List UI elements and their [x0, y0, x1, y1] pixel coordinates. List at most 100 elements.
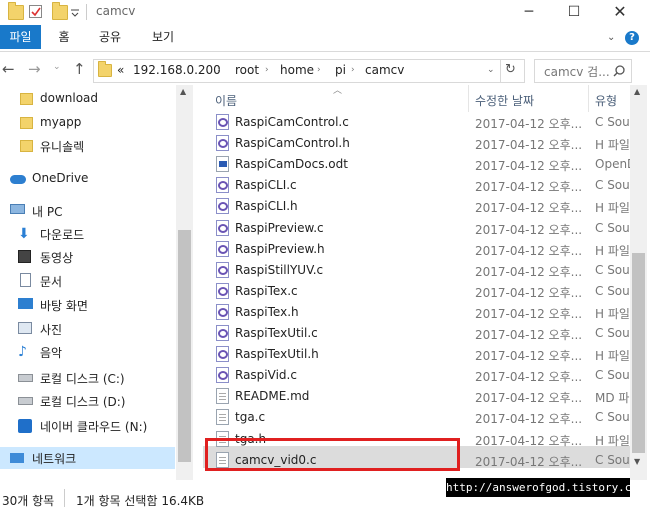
file-row[interactable]: RaspiStillYUV.c 2017-04-12 오후... C Sou — [203, 260, 633, 281]
file-type: C Sou — [595, 410, 630, 425]
breadcrumb-pi[interactable]: pi — [335, 63, 346, 77]
source-file-icon — [216, 135, 229, 152]
source-file-icon — [216, 346, 229, 363]
file-row[interactable]: README.md 2017-04-12 오후... MD 파 — [203, 386, 633, 407]
recent-locations-icon[interactable]: ⌄ — [53, 62, 61, 72]
file-row[interactable]: RaspiPreview.c 2017-04-12 오후... C Sou — [203, 218, 633, 239]
file-type: MD 파 — [595, 391, 630, 406]
breadcrumb-home[interactable]: home — [280, 63, 314, 77]
file-date: 2017-04-12 오후... — [475, 433, 583, 448]
search-icon[interactable] — [613, 65, 625, 77]
expand-ribbon-icon[interactable]: ⌄ — [607, 32, 615, 43]
nav-item-12[interactable]: 로컬 디스크 (C:) — [0, 367, 175, 389]
nav-item-13[interactable]: 로컬 디스크 (D:) — [0, 390, 175, 412]
search-input[interactable]: camcv 검... — [544, 63, 610, 80]
odt-file-icon — [216, 156, 229, 173]
file-row[interactable]: RaspiCLI.c 2017-04-12 오후... C Sou — [203, 175, 633, 196]
forward-arrow-icon[interactable]: → — [28, 60, 41, 78]
scroll-up-icon[interactable]: ▲ — [634, 87, 640, 96]
file-row[interactable]: RaspiCamDocs.odt 2017-04-12 오후... OpenD — [203, 154, 636, 175]
maximize-button[interactable]: ☐ — [552, 0, 596, 25]
nav-item-11[interactable]: ♪ 음악 — [0, 341, 175, 363]
file-name: RaspiCLI.c — [235, 178, 297, 193]
file-row[interactable]: RaspiTex.c 2017-04-12 오후... C Sou — [203, 281, 633, 302]
nav-item-label: 로컬 디스크 (D:) — [40, 395, 126, 409]
file-name: RaspiCamControl.h — [235, 136, 350, 151]
file-row[interactable]: RaspiPreview.h 2017-04-12 오후... H 파일 — [203, 239, 633, 260]
nav-item-9[interactable]: 바탕 화면 — [0, 294, 175, 316]
tab-view[interactable]: 보기 — [147, 25, 179, 49]
file-type: C Sou — [595, 178, 630, 193]
file-date: 2017-04-12 오후... — [475, 201, 583, 216]
nav-item-7[interactable]: 동영상 — [0, 246, 175, 268]
up-arrow-icon[interactable]: ↑ — [73, 60, 86, 78]
nav-item-label: 바탕 화면 — [40, 299, 88, 313]
nav-scrollbar[interactable]: ▲ — [176, 85, 193, 480]
list-scroll-thumb[interactable] — [632, 253, 645, 453]
file-row[interactable]: RaspiCamControl.c 2017-04-12 오후... C Sou — [203, 112, 633, 133]
help-icon[interactable]: ? — [625, 31, 639, 45]
tab-file[interactable]: 파일 — [0, 25, 41, 49]
nav-item-label: 음악 — [40, 346, 63, 360]
breadcrumb-camcv[interactable]: camcv — [365, 63, 404, 77]
chevron-right-icon[interactable]: › — [317, 65, 321, 75]
tab-share[interactable]: 공유 — [94, 25, 126, 49]
refresh-icon[interactable]: ↻ — [505, 62, 516, 77]
nav-item-15[interactable]: 네트워크 — [0, 447, 175, 469]
video-icon — [18, 250, 31, 263]
new-folder-icon[interactable] — [52, 2, 68, 20]
list-scrollbar[interactable]: ▲ ▼ — [630, 85, 647, 480]
chevron-right-icon[interactable]: › — [265, 65, 269, 75]
back-arrow-icon[interactable]: ← — [2, 60, 15, 78]
chevron-right-icon[interactable]: › — [217, 65, 221, 75]
file-row[interactable]: RaspiTex.h 2017-04-12 오후... H 파일 — [203, 302, 633, 323]
nav-item-10[interactable]: 사진 — [0, 318, 175, 340]
nav-scroll-thumb[interactable] — [178, 230, 191, 462]
file-date: 2017-04-12 오후... — [475, 264, 583, 279]
scroll-up-icon[interactable]: ▲ — [180, 87, 186, 96]
nav-item-8[interactable]: 문서 — [0, 270, 175, 292]
watermark: http://answerofgod.tistory.com — [446, 478, 645, 497]
address-bar[interactable]: « 192.168.0.200 › root › home › pi › cam… — [93, 59, 525, 83]
nav-item-label: myapp — [40, 115, 82, 129]
nav-item-1[interactable]: download — [0, 88, 175, 110]
nav-item-5[interactable]: 내 PC — [0, 200, 175, 222]
desktop-icon — [18, 298, 33, 309]
text-file-icon — [216, 388, 229, 405]
source-file-icon — [216, 261, 229, 278]
item-count: 30개 항목 — [2, 494, 55, 508]
nav-item-2[interactable]: myapp — [0, 112, 175, 134]
close-button[interactable]: ✕ — [598, 0, 642, 25]
source-file-icon — [216, 325, 229, 341]
chevron-right-icon[interactable]: › — [351, 65, 355, 75]
nav-item-label: 다운로드 — [40, 228, 85, 242]
minimize-button[interactable]: ─ — [507, 0, 551, 25]
nav-item-3[interactable]: 유니솔렉 — [0, 135, 175, 157]
folder-icon — [20, 117, 33, 129]
address-dropdown-icon[interactable]: ⌄ — [487, 65, 495, 75]
file-date: 2017-04-12 오후... — [475, 328, 583, 342]
nav-item-4[interactable]: OneDrive — [0, 168, 175, 190]
nav-item-6[interactable]: ⬇ 다운로드 — [0, 223, 175, 245]
file-type: H 파일 — [595, 349, 630, 364]
properties-icon[interactable] — [29, 5, 42, 18]
nav-item-14[interactable]: 네이버 클라우드 (N:) — [0, 415, 175, 437]
tab-home[interactable]: 홈 — [50, 25, 78, 49]
file-date: 2017-04-12 오후... — [475, 349, 583, 364]
scroll-down-icon[interactable]: ▼ — [634, 457, 640, 466]
file-row[interactable]: RaspiTexUtil.h 2017-04-12 오후... H 파일 — [203, 344, 633, 365]
quick-access-dropdown-icon[interactable] — [71, 6, 79, 17]
highlight-box — [205, 438, 460, 471]
file-row[interactable]: RaspiCLI.h 2017-04-12 오후... H 파일 — [203, 196, 633, 217]
file-row[interactable]: tga.c 2017-04-12 오후... C Sou — [203, 407, 633, 428]
breadcrumb-overflow[interactable]: « — [117, 63, 124, 77]
search-box[interactable]: camcv 검... — [534, 59, 632, 83]
file-row[interactable]: RaspiCamControl.h 2017-04-12 오후... H 파일 — [203, 133, 633, 154]
breadcrumb-root[interactable]: root — [235, 63, 259, 77]
file-type: C Sou — [595, 220, 630, 235]
file-row[interactable]: RaspiVid.c 2017-04-12 오후... C Sou — [203, 365, 633, 386]
folder-icon — [20, 140, 33, 152]
breadcrumb-ip[interactable]: 192.168.0.200 — [133, 63, 221, 77]
source-file-icon — [216, 240, 229, 257]
file-row[interactable]: RaspiTexUtil.c 2017-04-12 오후... C Sou — [203, 323, 633, 344]
